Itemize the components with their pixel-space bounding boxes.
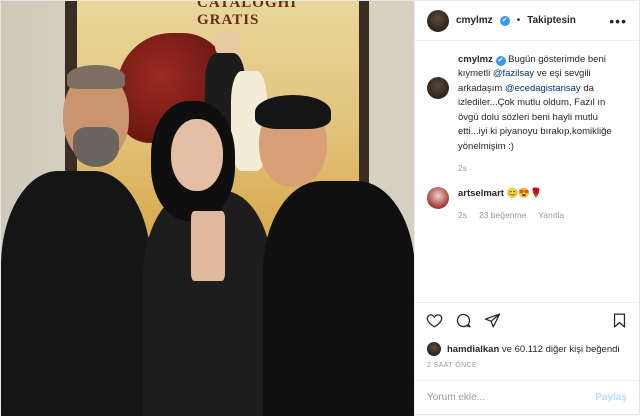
author-avatar[interactable] — [427, 9, 449, 32]
mention-ecedagistansay[interactable]: @ecedagistansay — [505, 83, 581, 94]
mention-fazilsay[interactable]: @fazilsay — [493, 68, 534, 79]
comment-reply-button[interactable]: Yanıtla — [538, 209, 564, 222]
comment-input[interactable] — [427, 392, 596, 403]
post-header: cmylmz ✔ • Takiptesin ••• — [415, 1, 639, 41]
likes-summary[interactable]: hamdialkan ve 60.112 diğer kişi beğendi — [415, 338, 639, 360]
caption-meta: 2s — [458, 162, 627, 175]
heart-icon[interactable] — [426, 312, 443, 329]
post-comment-button[interactable]: Paylaş — [595, 392, 627, 403]
comment-age[interactable]: 2s — [458, 209, 467, 222]
liker-avatar[interactable] — [427, 342, 441, 356]
comment-meta: 2s 23 beğenme Yanıtla — [458, 209, 627, 222]
following-button[interactable]: Takiptesin — [527, 15, 576, 26]
post-photo[interactable]: CATALOGHI GRATIS — [1, 1, 415, 416]
comment-likes-count[interactable]: 23 beğenme — [479, 209, 526, 222]
instagram-post: CATALOGHI GRATIS cmylmz ✔ • Takiptesin •… — [0, 0, 640, 416]
bookmark-icon[interactable] — [611, 312, 628, 329]
caption-body: cmylmz ✔ Bugün gösterimde beni kıymetli … — [458, 53, 627, 175]
comment-composer: Paylaş — [415, 380, 639, 414]
comment-body: artselmart 😊😍🌹 2s 23 beğenme Yanıtla — [458, 187, 627, 222]
likes-count-text[interactable]: ve 60.112 diğer kişi beğendi — [502, 344, 620, 355]
caption-author-avatar[interactable] — [427, 77, 449, 99]
more-options-icon[interactable]: ••• — [609, 13, 627, 29]
caption-username[interactable]: cmylmz — [458, 54, 493, 65]
comments-section[interactable]: cmylmz ✔ Bugün gösterimde beni kıymetli … — [415, 41, 639, 302]
share-icon[interactable] — [484, 312, 501, 329]
post-sidebar: cmylmz ✔ • Takiptesin ••• cmylmz ✔ Bugün… — [415, 1, 639, 414]
poster-title: CATALOGHI GRATIS — [197, 1, 298, 28]
caption-age[interactable]: 2s — [458, 162, 467, 175]
caption-verified-badge-icon: ✔ — [495, 56, 506, 66]
first-liker-username[interactable]: hamdialkan — [447, 344, 499, 355]
caption: cmylmz ✔ Bugün gösterimde beni kıymetli … — [427, 53, 627, 175]
commenter-avatar[interactable] — [427, 186, 449, 209]
comment-username[interactable]: artselmart — [458, 188, 504, 199]
separator-dot: • — [516, 15, 521, 26]
verified-badge-icon: ✔ — [499, 15, 510, 26]
action-bar — [415, 302, 639, 338]
post-timestamp[interactable]: 2 SAAT ÖNCE — [415, 360, 639, 380]
comment-icon[interactable] — [455, 312, 472, 329]
author-username[interactable]: cmylmz — [456, 15, 493, 26]
comment-text: 😊😍🌹 — [506, 187, 543, 199]
comment-item: artselmart 😊😍🌹 2s 23 beğenme Yanıtla — [427, 186, 627, 222]
